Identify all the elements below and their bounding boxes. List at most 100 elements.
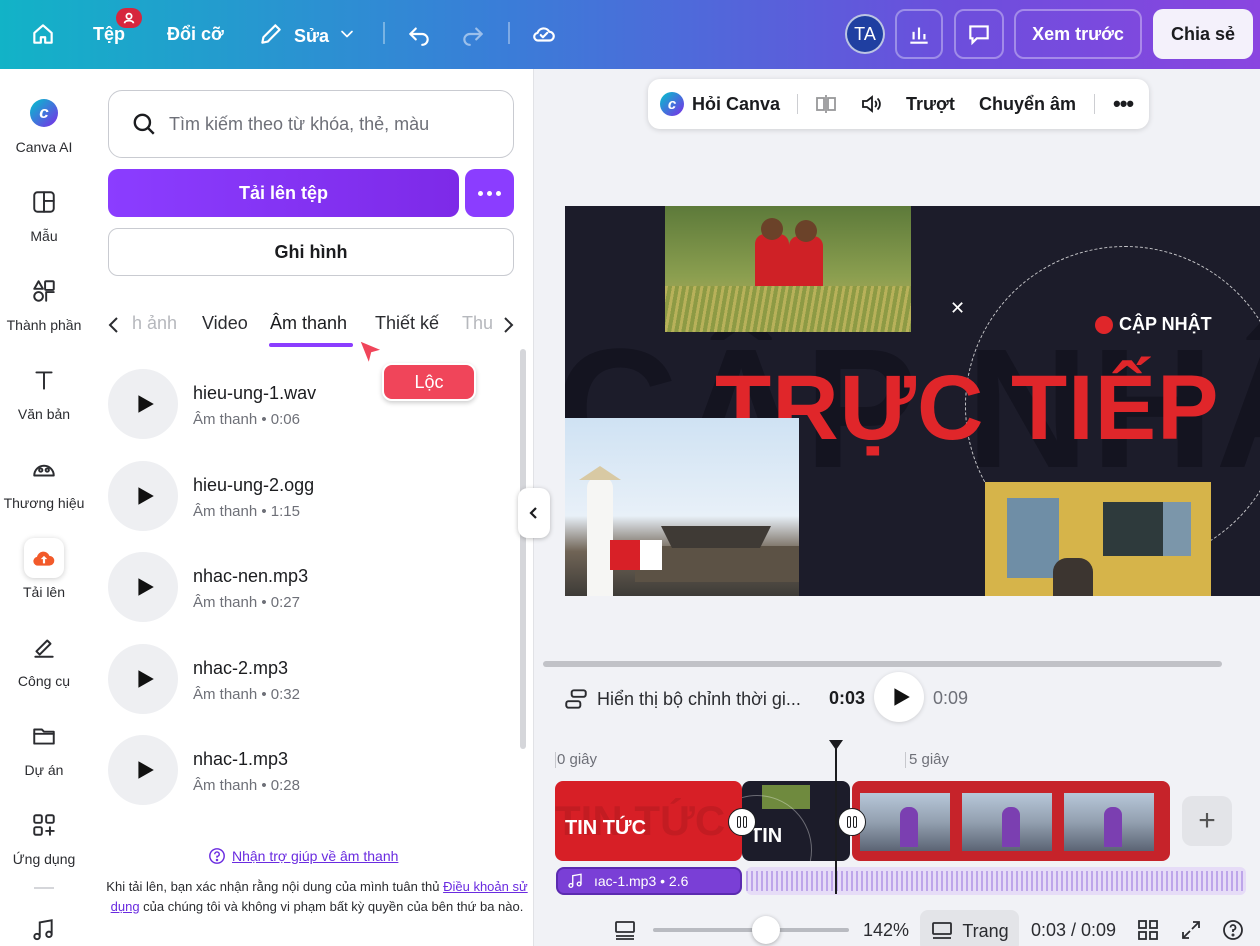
hoian-photo[interactable] [985,482,1211,596]
text-icon [24,360,64,400]
update-tag: CẬP NHẬT [1095,314,1212,335]
rail-item-brand[interactable]: Thương hiệu [0,449,88,511]
home-icon[interactable] [30,21,56,47]
timeline-clip[interactable]: TIN [742,781,850,861]
ruler-label: 5 giây [909,751,950,768]
play-button[interactable] [874,672,924,722]
upload-files-button[interactable]: Tải lên tệp [108,169,459,217]
list-item[interactable]: hieu-ung-2.ogg Âm thanh • 1:15 [108,461,508,531]
rail-item-uploads[interactable]: Tải lên [0,538,88,600]
upload-cloud-icon [24,538,64,578]
search-icon [133,113,155,135]
avatar[interactable]: TA [845,14,885,54]
transition-toggle[interactable] [838,808,866,836]
tabs-right-arrow[interactable] [498,313,518,337]
design-canvas[interactable]: CẬP NHẬT ✕ CẬP NHẬT TRỰC TIẾP [565,206,1260,596]
grid-view-icon[interactable] [1136,918,1160,946]
transition-toggle[interactable] [728,808,756,836]
tab-video[interactable]: Video [202,313,248,334]
rail-item-canva-ai[interactable]: c Canva AI [0,93,88,155]
list-item[interactable]: nhac-nen.mp3 Âm thanh • 0:27 [108,552,508,622]
citadel-photo[interactable] [565,418,799,596]
audio-waveform[interactable] [746,867,1246,895]
rail-item-elements[interactable]: Thành phần [0,271,88,333]
file-meta: Âm thanh • 0:28 [193,777,300,794]
share-button[interactable]: Chia sẻ [1153,9,1253,59]
ask-canva-button[interactable]: c Hỏi Canva [660,79,780,129]
template-icon [24,182,64,222]
list-item[interactable]: nhac-2.mp3 Âm thanh • 0:32 [108,644,508,714]
rail-item-templates[interactable]: Mẫu [0,182,88,244]
play-button[interactable] [108,552,178,622]
search-input[interactable] [169,113,499,135]
timeline-clip[interactable] [852,781,1170,861]
canvas-scrollbar[interactable] [543,661,1222,667]
list-item[interactable]: nhac-1.mp3 Âm thanh • 0:28 [108,735,508,805]
help-icon[interactable] [1221,918,1245,946]
tab-designs[interactable]: Thiết kế [375,313,439,334]
play-button[interactable] [108,369,178,439]
fullscreen-icon[interactable] [1179,918,1203,946]
rail-item-apps[interactable]: Ứng dụng [0,805,88,867]
tab-audio[interactable]: Âm thanh [270,313,347,334]
active-tab-indicator [269,343,353,347]
upload-terms: Khi tải lên, bạn xác nhận rằng nội dung … [102,877,532,917]
filter-badge[interactable]: Lộc [382,363,476,401]
play-button[interactable] [108,644,178,714]
music-icon[interactable] [30,917,56,946]
tab-folders[interactable]: Thu [462,313,493,334]
transition-button[interactable]: Chuyển âm [979,79,1076,129]
audio-track-label: ıac-1.mp3 • 2.6 [594,873,689,889]
rail-item-text[interactable]: Văn bản [0,360,88,422]
play-icon [893,688,910,706]
tabs-left-arrow[interactable] [104,313,124,337]
divider [797,94,798,114]
rail-label: Canva AI [15,139,73,155]
undo-icon[interactable] [406,21,432,47]
volume-icon[interactable] [859,79,883,129]
zoom-slider[interactable] [653,928,849,932]
file-menu[interactable]: Tệp [93,24,125,45]
tab-images[interactable]: h ảnh [132,313,177,334]
comment-icon [969,25,989,46]
play-button[interactable] [108,735,178,805]
search-box[interactable] [108,90,514,158]
redo-icon[interactable] [460,21,486,47]
rail-item-projects[interactable]: Dự án [0,716,88,778]
play-button[interactable] [108,461,178,531]
filter-label: Lộc [414,371,444,392]
cloud-saved-icon[interactable] [531,21,557,47]
comment-button[interactable] [954,9,1004,59]
timeline-clip[interactable]: TIN TỨC TIN TỨC [555,781,742,861]
collapse-panel-button[interactable] [518,488,550,538]
edit-menu[interactable]: Sửa [258,21,357,52]
notes-icon[interactable] [613,918,637,946]
analytics-button[interactable] [895,9,943,59]
edit-label: Sửa [294,26,330,46]
divider [1094,94,1095,114]
preview-button[interactable]: Xem trước [1014,9,1142,59]
playhead[interactable] [835,744,837,894]
zoom-slider-handle[interactable] [752,916,780,944]
file-name: nhac-nen.mp3 [193,566,309,586]
upload-more-button[interactable] [465,169,514,217]
pages-button[interactable]: Trang [920,910,1019,946]
slide-button[interactable]: Trượt [906,79,955,129]
audio-track[interactable]: ıac-1.mp3 • 2.6 [556,867,742,895]
file-name: nhac-1.mp3 [193,749,289,769]
more-icon[interactable]: ••• [1113,79,1134,129]
resize-button[interactable]: Đổi cỡ [167,24,224,45]
timing-editor-toggle[interactable]: Hiển thị bộ chỉnh thời gi... [563,686,801,712]
rail-label: Công cụ [17,673,71,689]
kids-photo[interactable] [665,206,911,332]
notification-badge[interactable] [116,8,142,28]
record-button[interactable]: Ghi hình [108,228,514,276]
total-duration: 0:09 [933,688,969,708]
rail-item-tools[interactable]: Công cụ [0,627,88,689]
brand-icon [24,449,64,489]
panel-scrollbar[interactable] [520,349,526,749]
add-page-button[interactable]: + [1182,796,1232,846]
audio-help-link[interactable]: Nhận trợ giúp về âm thanh [208,847,398,865]
chevron-left-icon [108,317,118,333]
split-icon[interactable] [814,79,838,129]
